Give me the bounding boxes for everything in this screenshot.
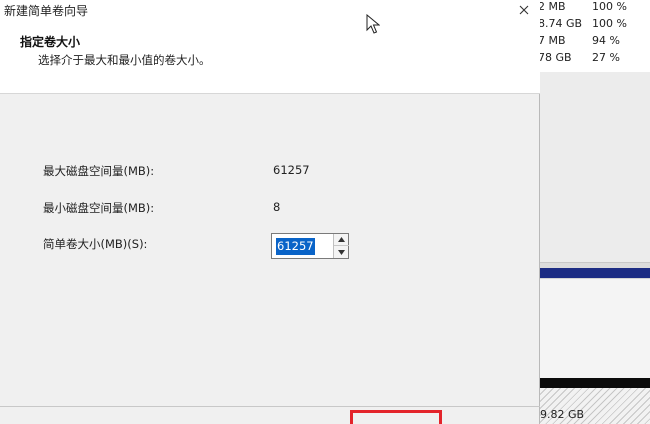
volume-size-stepper[interactable]: 61257 <box>271 233 349 259</box>
volume-size-label: 简单卷大小(MB)(S): <box>43 237 148 251</box>
volume-free-percent: 27 % <box>592 51 620 64</box>
new-simple-volume-wizard: 新建简单卷向导 指定卷大小 选择介于最大和最小值的卷大小。 最大磁盘空间量(MB… <box>0 0 540 424</box>
close-button[interactable] <box>510 0 538 20</box>
page-title: 指定卷大小 <box>20 35 81 49</box>
disk-partition-bar[interactable] <box>540 268 650 278</box>
mouse-cursor-icon <box>366 14 380 34</box>
volume-free-percent: 100 % <box>592 0 627 13</box>
chevron-up-icon <box>338 237 345 242</box>
min-space-value: 8 <box>273 200 281 214</box>
max-space-label: 最大磁盘空间量(MB): <box>43 164 155 178</box>
volume-size: 78 GB <box>538 51 572 64</box>
stepper-up-button[interactable] <box>334 234 349 246</box>
volume-size: 7 MB <box>538 34 566 47</box>
volume-size-input[interactable]: 61257 <box>276 238 315 255</box>
volume-list-empty-area <box>540 72 650 262</box>
chevron-down-icon <box>338 249 345 255</box>
unallocated-partition-size: 9.82 GB <box>540 408 585 421</box>
window-title: 新建简单卷向导 <box>4 4 89 18</box>
volume-list: 2 MB 100 % 8.74 GB 100 % 7 MB 94 % 78 GB… <box>530 0 650 72</box>
next-button-highlight[interactable] <box>350 410 442 424</box>
volume-size: 8.74 GB <box>538 17 583 30</box>
stepper-down-button[interactable] <box>334 246 349 258</box>
footer-divider <box>0 406 540 407</box>
volume-size: 2 MB <box>538 0 566 13</box>
stepper-buttons <box>333 234 349 258</box>
disk-partition-area[interactable] <box>540 278 650 378</box>
page-subtitle: 选择介于最大和最小值的卷大小。 <box>38 53 211 67</box>
volume-free-percent: 100 % <box>592 17 627 30</box>
volume-free-percent: 94 % <box>592 34 620 47</box>
max-space-value: 61257 <box>273 163 310 177</box>
close-icon <box>519 5 529 15</box>
unallocated-partition-bar[interactable] <box>540 378 650 388</box>
min-space-label: 最小磁盘空间量(MB): <box>43 201 155 215</box>
wizard-header: 指定卷大小 选择介于最大和最小值的卷大小。 <box>0 20 540 94</box>
title-bar[interactable]: 新建简单卷向导 <box>0 0 540 20</box>
